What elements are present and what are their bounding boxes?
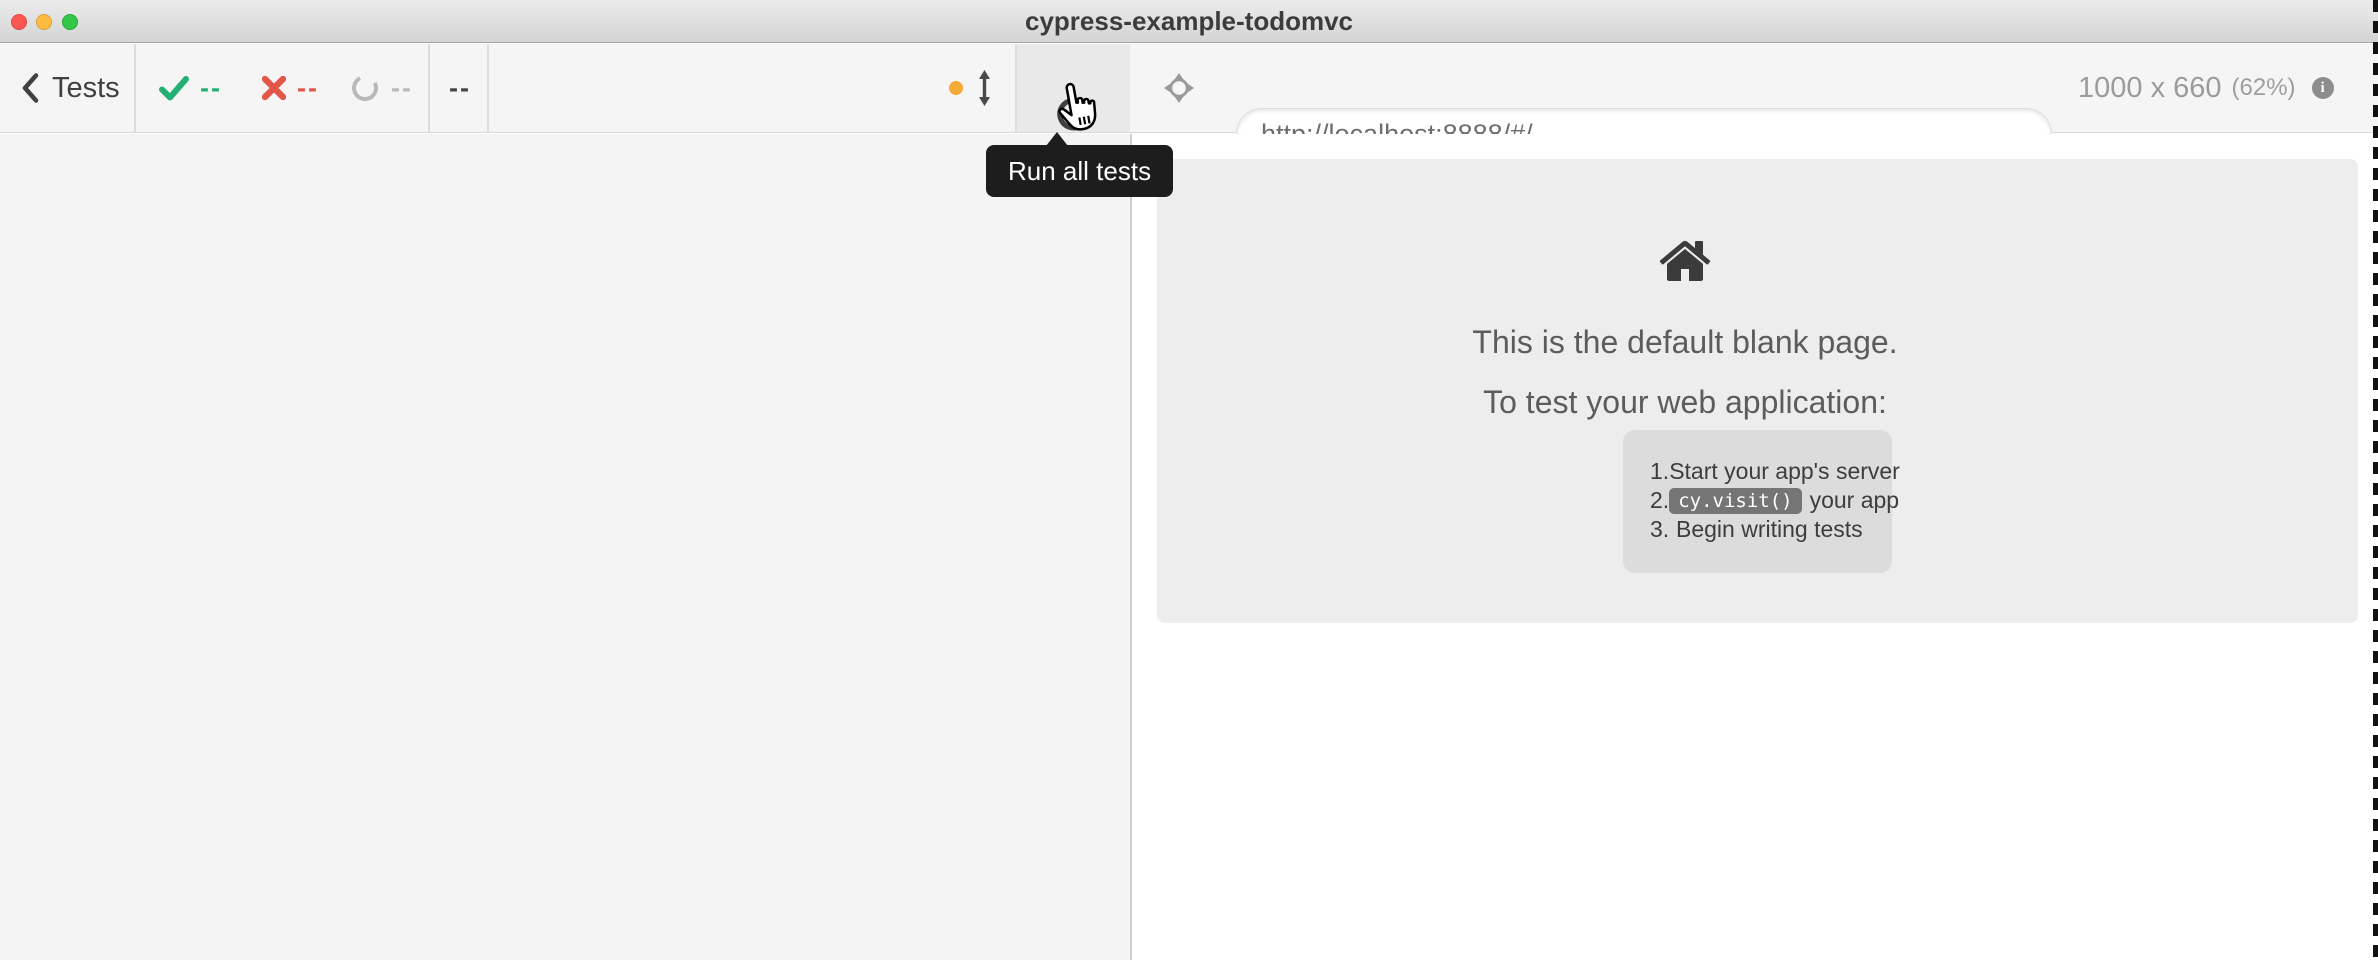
step-text: Begin writing tests xyxy=(1676,516,1863,543)
chevron-left-icon xyxy=(22,73,39,103)
viewport-info: 1000 x 660 (62%) i xyxy=(2078,44,2334,132)
up-down-arrow-icon xyxy=(977,70,992,106)
home-icon xyxy=(1157,233,2213,294)
blank-page-content: This is the default blank page. To test … xyxy=(1157,159,2213,421)
duration: -- xyxy=(449,44,471,132)
zoom-window-button[interactable] xyxy=(62,14,78,30)
spinner-icon xyxy=(349,72,382,105)
back-to-tests-button[interactable]: Tests xyxy=(22,44,120,132)
yellow-status-dot-icon xyxy=(949,81,963,95)
hand-cursor xyxy=(1049,78,1103,135)
stat-pending: -- xyxy=(352,44,413,132)
titlebar: cypress-example-todomvc xyxy=(0,0,2378,43)
spec-list-pane xyxy=(0,134,1132,960)
instructions-box: 1. Start your app's server 2. cy.visit()… xyxy=(1623,430,1892,573)
passed-count: -- xyxy=(200,73,222,104)
divider xyxy=(428,44,430,132)
pending-count: -- xyxy=(391,73,413,104)
window-title: cypress-example-todomvc xyxy=(0,0,2378,43)
failed-count: -- xyxy=(297,73,319,104)
stat-passed: -- xyxy=(159,44,222,132)
check-icon xyxy=(159,73,189,103)
run-all-tests-tooltip: Run all tests xyxy=(986,145,1173,197)
code-chip: cy.visit() xyxy=(1669,488,1801,514)
list-item: 2. cy.visit() your app xyxy=(1650,486,1892,515)
list-item: 3. Begin writing tests xyxy=(1650,515,1892,544)
back-button-label: Tests xyxy=(52,72,120,105)
step-text: Start your app's server xyxy=(1669,458,1900,485)
divider xyxy=(487,44,489,132)
blank-page-heading: This is the default blank page. xyxy=(1157,324,2213,361)
capture-region-dashed-edge xyxy=(2373,0,2378,960)
aut-iframe-blank-page: This is the default blank page. To test … xyxy=(1157,159,2358,623)
auto-scroll-toggle[interactable] xyxy=(977,44,992,132)
close-window-button[interactable] xyxy=(11,14,27,30)
duration-value: -- xyxy=(449,73,471,104)
crosshair-icon xyxy=(1164,73,1194,103)
status-dot xyxy=(949,44,963,132)
minimize-window-button[interactable] xyxy=(36,14,52,30)
step-number: 3. xyxy=(1650,516,1676,543)
cypress-runner-window: cypress-example-todomvc Tests -- -- -- xyxy=(0,0,2378,960)
selector-playground-button[interactable] xyxy=(1164,44,1194,132)
info-icon[interactable]: i xyxy=(2312,77,2334,99)
list-item: 1. Start your app's server xyxy=(1650,457,1892,486)
stat-failed: -- xyxy=(262,44,319,132)
aut-pane: This is the default blank page. To test … xyxy=(1134,134,2378,960)
runner-header: Tests -- -- -- -- xyxy=(0,44,2378,133)
step-number: 1. xyxy=(1650,458,1669,485)
step-number: 2. xyxy=(1650,487,1669,514)
x-icon xyxy=(262,76,286,100)
step-text: your app xyxy=(1810,487,1900,514)
viewport-size: 1000 x 660 xyxy=(2078,72,2222,105)
divider xyxy=(134,44,136,132)
viewport-zoom: (62%) xyxy=(2232,74,2296,102)
blank-page-subheading: To test your web application: xyxy=(1157,384,2213,421)
